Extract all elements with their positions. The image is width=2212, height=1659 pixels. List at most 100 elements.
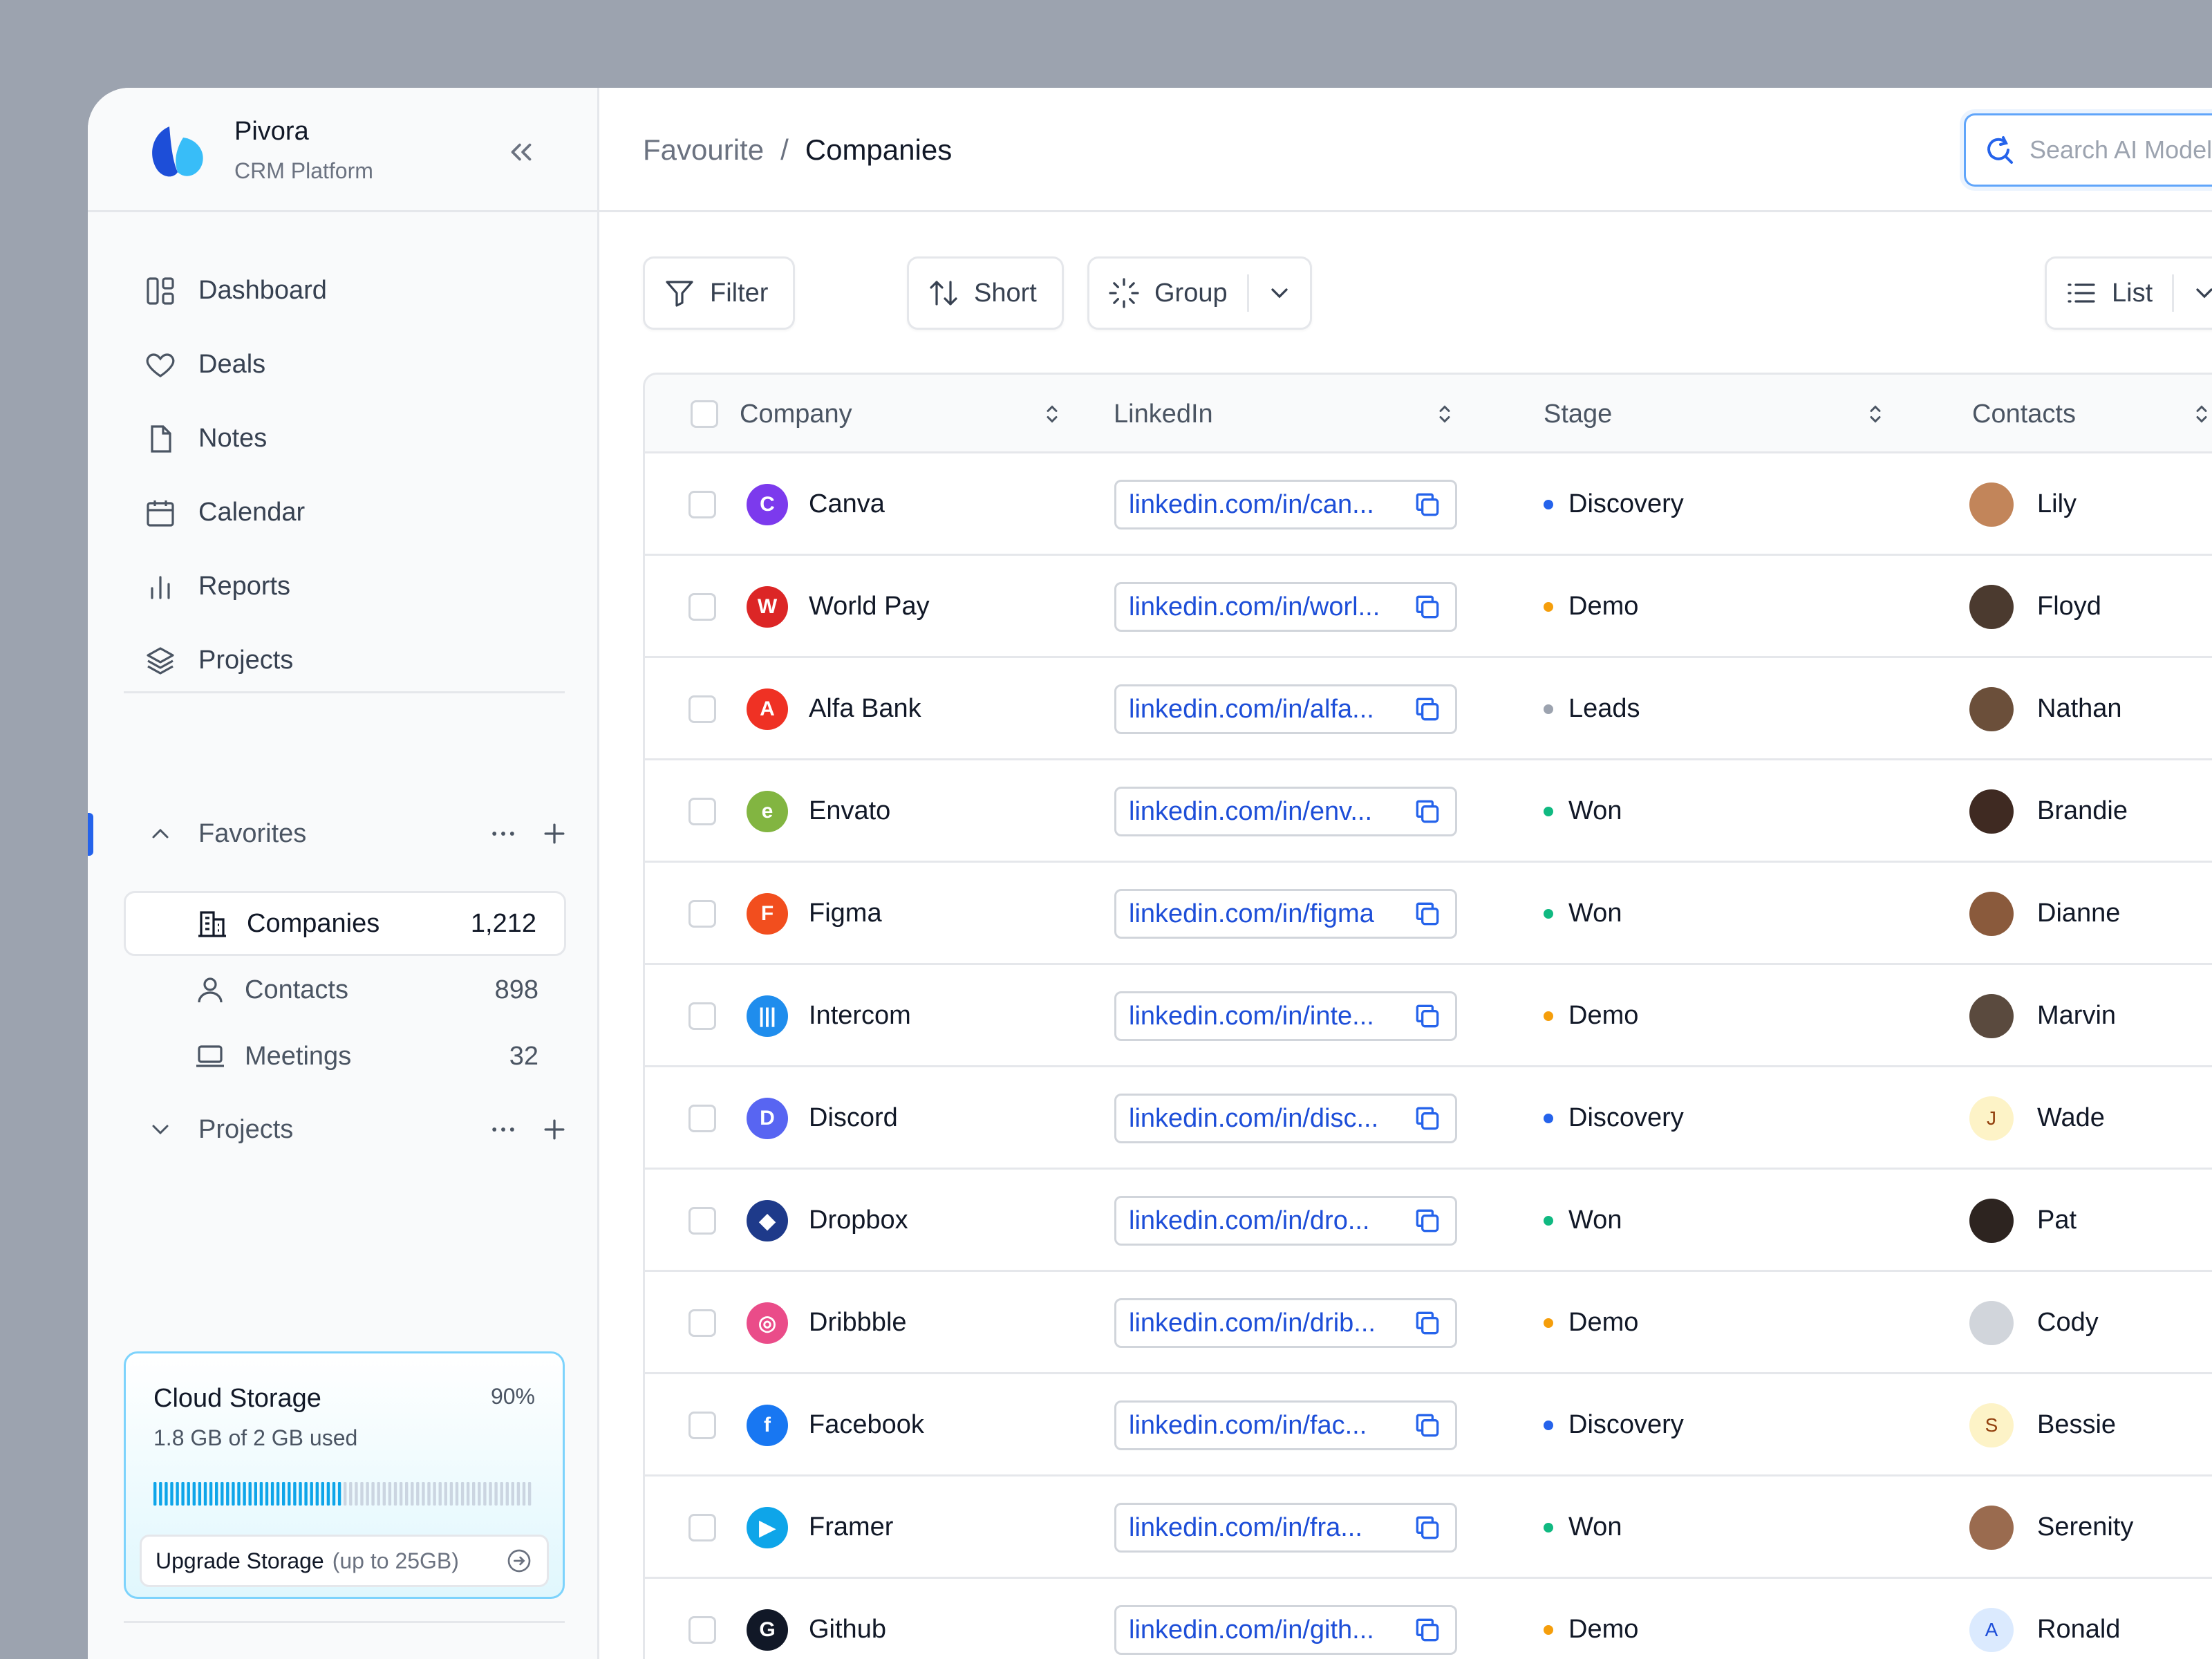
company-name[interactable]: Framer — [809, 1512, 893, 1542]
nav-item-notes[interactable]: Notes — [143, 402, 558, 476]
row-checkbox[interactable] — [688, 900, 716, 928]
contact-name[interactable]: Bessie — [2037, 1410, 2116, 1440]
row-checkbox[interactable] — [688, 1514, 716, 1541]
linkedin-url[interactable]: linkedin.com/in/env... — [1129, 797, 1412, 827]
contact-name[interactable]: Lily — [2037, 489, 2077, 519]
column-linkedin[interactable]: LinkedIn — [1114, 375, 1457, 453]
search-input[interactable]: Search AI Model — [1964, 113, 2212, 187]
company-name[interactable]: Dribbble — [809, 1308, 907, 1338]
company-name[interactable]: Canva — [809, 489, 885, 519]
linkedin-url[interactable]: linkedin.com/in/drib... — [1129, 1309, 1412, 1338]
column-contacts[interactable]: Contacts — [1972, 375, 2212, 453]
group-button[interactable]: Group — [1087, 256, 1312, 330]
chevron-down-icon[interactable] — [2191, 279, 2212, 307]
linkedin-url[interactable]: linkedin.com/in/alfa... — [1129, 695, 1412, 724]
sort-toggle-icon[interactable] — [1863, 402, 1888, 427]
select-all-checkbox[interactable] — [691, 400, 718, 428]
table-row[interactable]: A Alfa Bank linkedin.com/in/alfa... Lead… — [645, 658, 2212, 760]
favorites-section-header[interactable]: Favorites — [143, 809, 572, 858]
contact-name[interactable]: Dianne — [2037, 899, 2120, 928]
copy-icon[interactable] — [1412, 899, 1443, 929]
projects-section-header[interactable]: Projects — [143, 1105, 572, 1154]
linkedin-link[interactable]: linkedin.com/in/worl... — [1114, 582, 1457, 632]
table-row[interactable]: f Facebook linkedin.com/in/fac... Discov… — [645, 1374, 2212, 1477]
linkedin-url[interactable]: linkedin.com/in/inte... — [1129, 1002, 1412, 1031]
view-list-button[interactable]: List — [2045, 256, 2212, 330]
nav-item-calendar[interactable]: Calendar — [143, 476, 558, 550]
favorite-item-contacts[interactable]: Contacts 898 — [124, 957, 566, 1022]
linkedin-link[interactable]: linkedin.com/in/figma — [1114, 889, 1457, 939]
nav-item-reports[interactable]: Reports — [143, 550, 558, 624]
chevron-down-icon[interactable] — [143, 1112, 178, 1147]
contact-name[interactable]: Floyd — [2037, 592, 2101, 621]
favorite-item-companies[interactable]: Companies 1,212 — [124, 891, 566, 956]
copy-icon[interactable] — [1412, 1001, 1443, 1031]
copy-icon[interactable] — [1412, 1410, 1443, 1441]
copy-icon[interactable] — [1412, 1206, 1443, 1236]
column-company[interactable]: Company — [740, 375, 1065, 453]
company-name[interactable]: World Pay — [809, 592, 930, 621]
company-name[interactable]: Envato — [809, 796, 890, 826]
linkedin-link[interactable]: linkedin.com/in/disc... — [1114, 1094, 1457, 1143]
contact-name[interactable]: Marvin — [2037, 1001, 2116, 1031]
sort-button[interactable]: Short — [907, 256, 1064, 330]
row-checkbox[interactable] — [688, 491, 716, 518]
favorite-item-meetings[interactable]: Meetings 32 — [124, 1024, 566, 1089]
linkedin-url[interactable]: linkedin.com/in/fac... — [1129, 1411, 1412, 1441]
add-icon[interactable] — [537, 1112, 572, 1147]
linkedin-url[interactable]: linkedin.com/in/figma — [1129, 899, 1412, 929]
linkedin-link[interactable]: linkedin.com/in/alfa... — [1114, 684, 1457, 734]
table-row[interactable]: W World Pay linkedin.com/in/worl... Demo… — [645, 556, 2212, 658]
contact-name[interactable]: Wade — [2037, 1103, 2105, 1133]
row-checkbox[interactable] — [688, 1412, 716, 1439]
sort-toggle-icon[interactable] — [1040, 402, 1065, 427]
table-row[interactable]: G Github linkedin.com/in/gith... Demo A … — [645, 1579, 2212, 1659]
upgrade-storage-button[interactable]: Upgrade Storage (up to 25GB) — [140, 1535, 549, 1587]
table-row[interactable]: ◎ Dribbble linkedin.com/in/drib... Demo … — [645, 1272, 2212, 1374]
nav-item-projects[interactable]: Projects — [143, 624, 558, 697]
contact-name[interactable]: Nathan — [2037, 694, 2122, 724]
row-checkbox[interactable] — [688, 695, 716, 723]
copy-icon[interactable] — [1412, 694, 1443, 724]
linkedin-url[interactable]: linkedin.com/in/gith... — [1129, 1615, 1412, 1645]
linkedin-url[interactable]: linkedin.com/in/fra... — [1129, 1513, 1412, 1543]
company-name[interactable]: Github — [809, 1615, 886, 1644]
column-stage[interactable]: Stage — [1544, 375, 1888, 453]
filter-button[interactable]: Filter — [643, 256, 796, 330]
linkedin-link[interactable]: linkedin.com/in/fra... — [1114, 1503, 1457, 1553]
table-row[interactable]: ||| Intercom linkedin.com/in/inte... Dem… — [645, 965, 2212, 1067]
linkedin-url[interactable]: linkedin.com/in/dro... — [1129, 1206, 1412, 1236]
row-checkbox[interactable] — [688, 1309, 716, 1337]
copy-icon[interactable] — [1412, 1615, 1443, 1645]
row-checkbox[interactable] — [688, 1207, 716, 1235]
copy-icon[interactable] — [1412, 592, 1443, 622]
table-row[interactable]: F Figma linkedin.com/in/figma Won Dianne — [645, 863, 2212, 965]
row-checkbox[interactable] — [688, 798, 716, 825]
company-name[interactable]: Discord — [809, 1103, 898, 1133]
linkedin-url[interactable]: linkedin.com/in/disc... — [1129, 1104, 1412, 1134]
table-row[interactable]: D Discord linkedin.com/in/disc... Discov… — [645, 1067, 2212, 1170]
table-row[interactable]: C Canva linkedin.com/in/can... Discovery… — [645, 453, 2212, 556]
company-name[interactable]: Figma — [809, 899, 882, 928]
add-icon[interactable] — [537, 816, 572, 851]
row-checkbox[interactable] — [688, 593, 716, 621]
table-row[interactable]: ◆ Dropbox linkedin.com/in/dro... Won Pat — [645, 1170, 2212, 1272]
breadcrumb-parent[interactable]: Favourite — [643, 133, 764, 167]
linkedin-link[interactable]: linkedin.com/in/can... — [1114, 480, 1457, 529]
linkedin-link[interactable]: linkedin.com/in/fac... — [1114, 1400, 1457, 1450]
sort-toggle-icon[interactable] — [2189, 402, 2212, 427]
sort-toggle-icon[interactable] — [1432, 402, 1457, 427]
nav-item-dashboard[interactable]: Dashboard — [143, 254, 558, 328]
company-name[interactable]: Intercom — [809, 1001, 911, 1031]
copy-icon[interactable] — [1412, 1512, 1443, 1543]
linkedin-url[interactable]: linkedin.com/in/can... — [1129, 490, 1412, 520]
copy-icon[interactable] — [1412, 796, 1443, 827]
linkedin-link[interactable]: linkedin.com/in/gith... — [1114, 1605, 1457, 1655]
linkedin-link[interactable]: linkedin.com/in/drib... — [1114, 1298, 1457, 1348]
table-row[interactable]: ▶ Framer linkedin.com/in/fra... Won Sere… — [645, 1477, 2212, 1579]
nav-item-deals[interactable]: Deals — [143, 328, 558, 402]
row-checkbox[interactable] — [688, 1616, 716, 1644]
linkedin-link[interactable]: linkedin.com/in/env... — [1114, 787, 1457, 836]
copy-icon[interactable] — [1412, 1103, 1443, 1134]
linkedin-link[interactable]: linkedin.com/in/dro... — [1114, 1196, 1457, 1246]
